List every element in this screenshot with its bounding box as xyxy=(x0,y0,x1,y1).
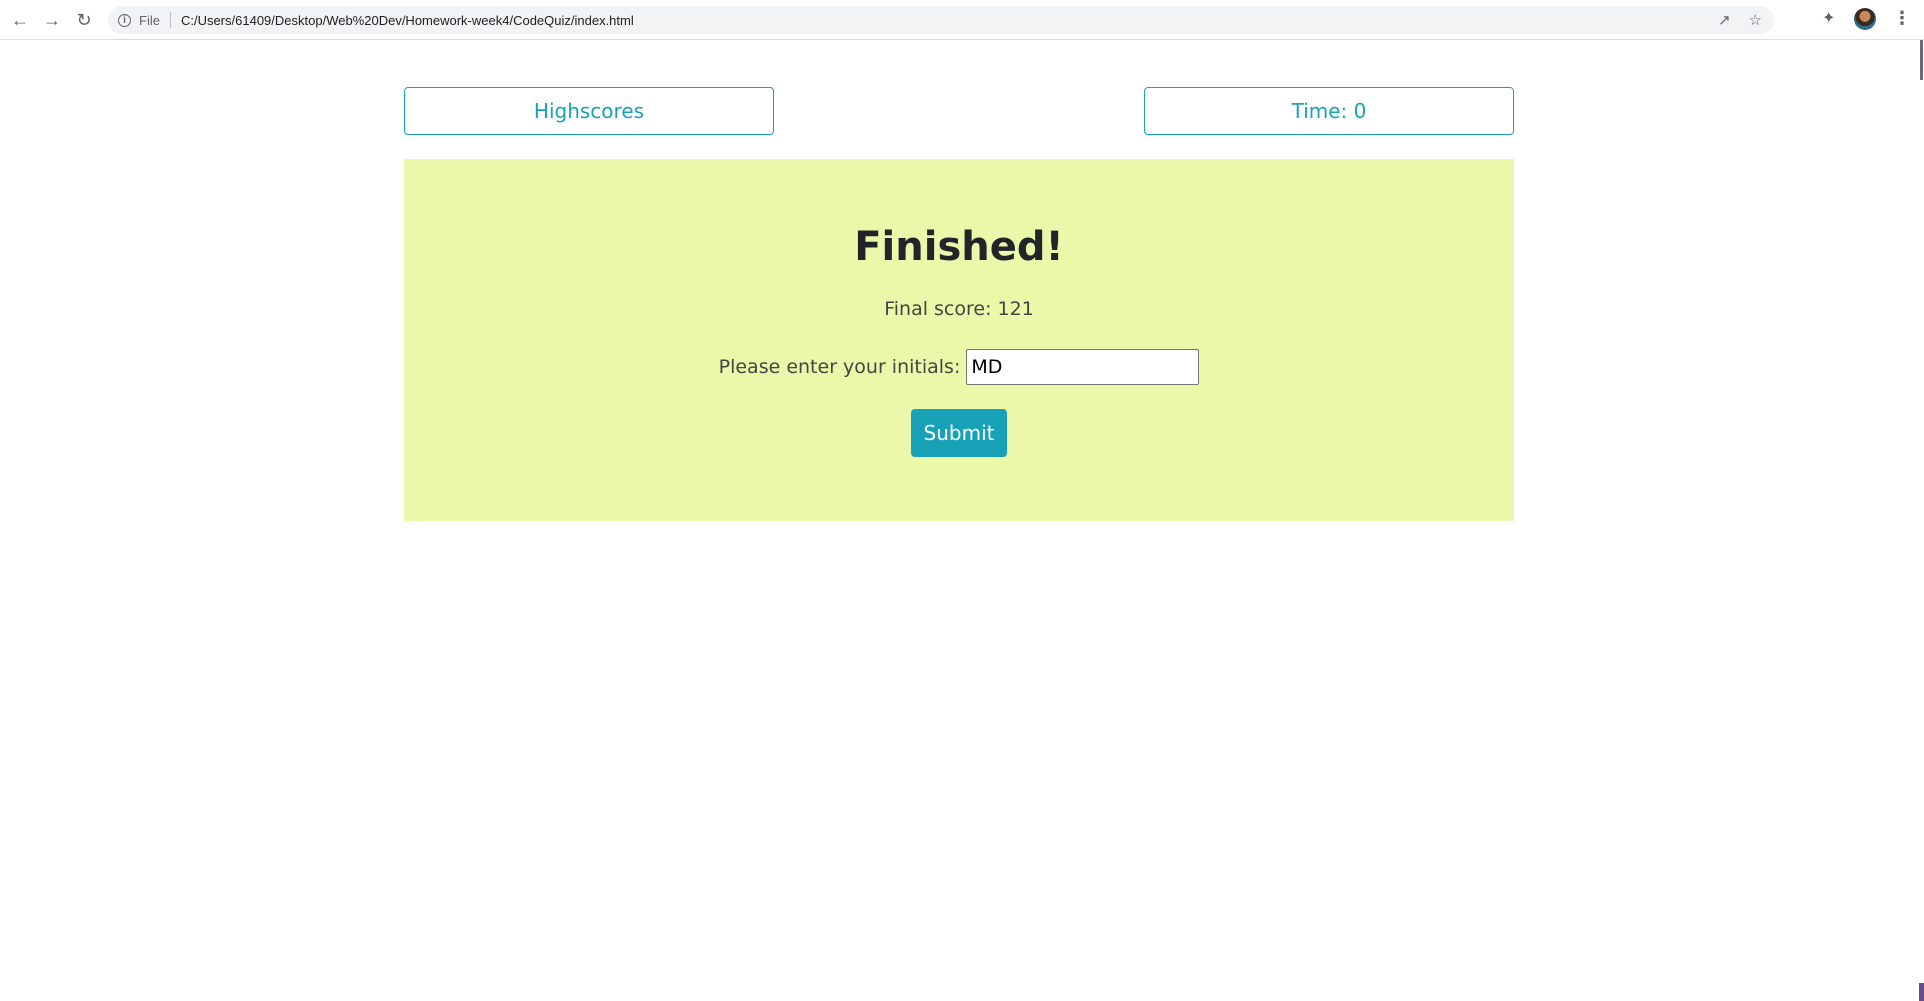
results-panel: Finished! Final score: 121 Please enter … xyxy=(404,159,1514,521)
timer-display: Time: 0 xyxy=(1144,87,1514,135)
reload-icon[interactable]: ↻ xyxy=(72,8,96,32)
share-icon[interactable]: ↗ xyxy=(1718,11,1731,29)
info-icon: i xyxy=(118,13,131,27)
highscores-button[interactable]: Highscores xyxy=(404,87,774,135)
initials-label: Please enter your initials: xyxy=(718,356,961,378)
url-text[interactable]: C:/Users/61409/Desktop/Web%20Dev/Homewor… xyxy=(181,13,634,28)
site-label: File xyxy=(139,12,160,28)
puzzle-icon[interactable]: ✦ xyxy=(1822,8,1835,28)
initials-input[interactable] xyxy=(966,349,1200,385)
browser-toolbar: ← → ↻ i File C:/Users/61409/Desktop/Web%… xyxy=(0,0,1924,40)
arrow-right-icon[interactable]: → xyxy=(40,8,64,32)
page-title: Finished! xyxy=(854,224,1064,270)
scrollbar-indicator xyxy=(1919,983,1924,1001)
submit-button[interactable]: Submit xyxy=(911,409,1007,457)
kebab-menu-icon[interactable]: ⋮ xyxy=(1893,8,1911,29)
final-score: Final score: 121 xyxy=(884,298,1034,320)
scrollbar[interactable] xyxy=(1918,40,1924,1001)
divider xyxy=(169,12,171,28)
site-info-chip[interactable]: i File xyxy=(118,13,160,28)
initials-row: Please enter your initials: xyxy=(404,349,1514,385)
scrollbar-thumb[interactable] xyxy=(1920,40,1923,80)
arrow-left-icon[interactable]: ← xyxy=(8,8,32,32)
star-icon[interactable]: ☆ xyxy=(1749,11,1762,29)
address-bar[interactable]: i File C:/Users/61409/Desktop/Web%20Dev/… xyxy=(108,6,1774,34)
avatar[interactable] xyxy=(1854,8,1876,30)
